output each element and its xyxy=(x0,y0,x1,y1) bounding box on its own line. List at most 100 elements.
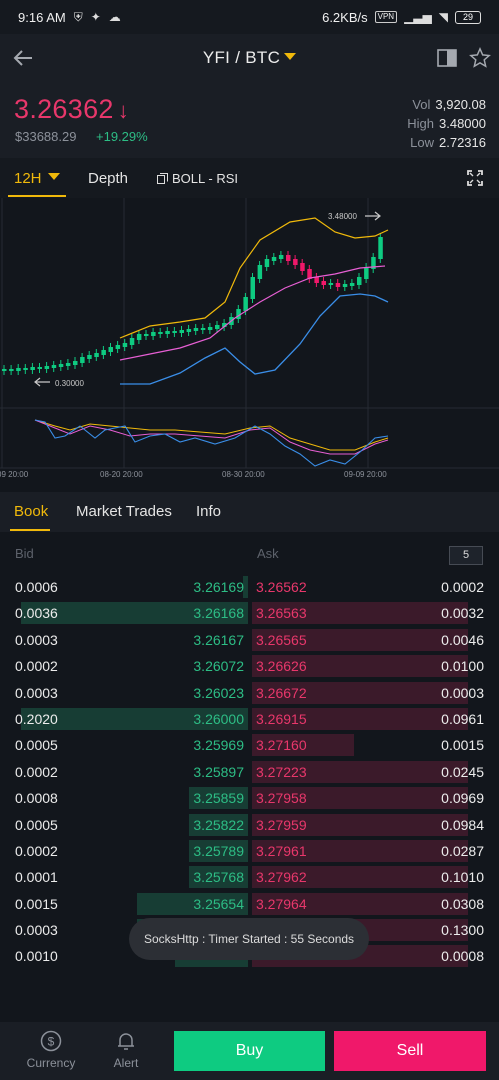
bid-price: 3.26169 xyxy=(193,579,244,595)
candle-body xyxy=(342,284,348,287)
ask-quantity: 0.0003 xyxy=(441,684,484,701)
percent-change: +19.29% xyxy=(96,129,148,144)
ask-price: 3.27160 xyxy=(256,737,307,754)
signal-icon: ▁▃▅ xyxy=(404,10,432,24)
ask-price: 3.26915 xyxy=(256,710,307,727)
battery-icon: 29 xyxy=(455,10,481,24)
candle-body xyxy=(293,259,298,265)
bid-quantity: 0.0036 xyxy=(15,605,58,622)
ask-quantity: 0.0002 xyxy=(441,579,484,595)
bid-price: 3.26000 xyxy=(193,710,244,727)
tab-info[interactable]: Info xyxy=(196,503,221,520)
status-bar: 9:16 AM ⛨ ✦ ☁ 6.2KB/s VPN ▁▃▅ ◥ 29 xyxy=(0,0,499,34)
favorite-star-icon[interactable] xyxy=(469,47,491,69)
svg-text:$: $ xyxy=(48,1035,55,1049)
candle-body xyxy=(30,367,35,370)
layout-toggle-icon[interactable] xyxy=(437,49,457,67)
order-book-row[interactable]: 0.0006 3.26169 3.26562 0.0002 xyxy=(0,574,499,600)
buy-button[interactable]: Buy xyxy=(174,1031,325,1071)
date-label: 09 20:00 xyxy=(0,470,29,479)
depth-selector[interactable]: 5 xyxy=(449,546,483,565)
ask-quantity: 0.1300 xyxy=(441,922,484,939)
interval-selector[interactable]: 12H xyxy=(14,170,60,187)
order-book-row[interactable]: 0.0003 3.26167 3.26565 0.0046 xyxy=(0,627,499,653)
currency-button[interactable]: $ Currency xyxy=(21,1030,81,1070)
order-book-row[interactable]: 0.0008 3.25859 3.27958 0.0969 xyxy=(0,785,499,811)
ask-price: 3.27223 xyxy=(256,763,307,780)
alert-button[interactable]: Alert xyxy=(96,1030,156,1070)
bid-quantity: 0.0005 xyxy=(15,816,58,833)
vpn-badge: VPN xyxy=(374,11,398,23)
ask-quantity: 0.0961 xyxy=(441,710,484,727)
ask-quantity: 0.0287 xyxy=(441,842,484,859)
candle-body xyxy=(186,329,192,332)
candle-body xyxy=(321,281,326,285)
chart-grid xyxy=(0,198,499,469)
order-book-row[interactable]: 0.0003 3.26023 3.26672 0.0003 xyxy=(0,680,499,706)
candle-body xyxy=(250,277,255,299)
vol-value: 3,920.08 xyxy=(435,97,486,112)
order-book-row[interactable]: 0.0005 3.25822 3.27959 0.0984 xyxy=(0,812,499,838)
bid-quantity: 0.2020 xyxy=(15,710,58,727)
ask-price: 3.27962 xyxy=(256,869,307,886)
depth-tab[interactable]: Depth xyxy=(88,170,128,187)
interval-label: 12H xyxy=(14,170,42,187)
candle-body xyxy=(328,283,334,285)
candle-body xyxy=(73,361,78,365)
toast-message: SocksHttp : Timer Started : 55 Seconds xyxy=(129,918,369,960)
ask-quantity: 0.1010 xyxy=(441,869,484,886)
order-book-row[interactable]: 0.0005 3.25969 3.27160 0.0015 xyxy=(0,732,499,758)
candle-body xyxy=(23,368,28,370)
bottom-action-bar: $ Currency Alert Buy Sell xyxy=(0,1022,499,1080)
indicator-selector[interactable]: BOLL - RSI xyxy=(157,171,238,186)
candle-body xyxy=(65,363,71,366)
order-book-row[interactable]: 0.0002 3.25789 3.27961 0.0287 xyxy=(0,838,499,864)
bid-quantity: 0.0015 xyxy=(15,895,58,912)
tab-market-trades[interactable]: Market Trades xyxy=(76,503,172,520)
candle-body xyxy=(80,357,85,363)
date-label: 09-09 20:00 xyxy=(344,470,387,479)
bid-quantity: 0.0001 xyxy=(15,869,58,886)
sell-button[interactable]: Sell xyxy=(334,1031,486,1071)
bid-price: 3.26023 xyxy=(193,684,244,701)
clock: 9:16 AM xyxy=(18,9,66,25)
order-book-row[interactable]: 0.0002 3.26072 3.26626 0.0100 xyxy=(0,653,499,679)
pair-selector[interactable]: YFI / BTC xyxy=(0,48,499,68)
candle-body xyxy=(37,367,42,369)
ask-quantity: 0.0015 xyxy=(441,737,484,754)
caret-down-icon xyxy=(284,53,297,60)
order-book-row[interactable]: 0.0036 3.26168 3.26563 0.0032 xyxy=(0,600,499,626)
app-header: YFI / BTC xyxy=(0,34,499,82)
candle-body xyxy=(87,355,92,359)
order-book-row[interactable]: 0.0015 3.25654 3.27964 0.0308 xyxy=(0,891,499,917)
last-price: 3.26362 ↓ xyxy=(14,94,129,125)
fullscreen-icon[interactable] xyxy=(467,170,483,186)
order-book-row[interactable]: 0.2020 3.26000 3.26915 0.0961 xyxy=(0,706,499,732)
candle-body xyxy=(264,259,270,267)
candle-body xyxy=(236,309,241,319)
down-arrow-icon: ↓ xyxy=(117,98,130,123)
bid-price: 3.25822 xyxy=(193,816,244,833)
copy-icon xyxy=(157,173,168,184)
rsi-line-a xyxy=(34,419,389,451)
candle-body xyxy=(278,255,284,259)
order-book-row[interactable]: 0.0002 3.25897 3.27223 0.0245 xyxy=(0,759,499,785)
ask-column-header: Ask xyxy=(257,546,279,561)
candlestick-chart[interactable]: 3.48000 0.30000 09 20:00 08-20 20:00 08-… xyxy=(0,198,499,486)
ask-price: 3.26563 xyxy=(256,605,307,622)
high-marker: 3.48000 xyxy=(328,211,381,221)
price-ticker: 3.26362 ↓ $33688.29 +19.29% Vol 3,920.08 H… xyxy=(0,82,499,158)
candle-body xyxy=(51,365,57,368)
bid-price: 3.25969 xyxy=(193,737,244,754)
candle-body xyxy=(193,328,199,331)
bid-price: 3.25859 xyxy=(193,790,244,807)
bid-quantity: 0.0002 xyxy=(15,658,58,675)
candle-body xyxy=(349,283,355,286)
candle-body xyxy=(144,334,149,336)
candle-body xyxy=(16,368,21,371)
bid-price: 3.26167 xyxy=(193,631,244,648)
order-book-row[interactable]: 0.0001 3.25768 3.27962 0.1010 xyxy=(0,864,499,890)
tab-book[interactable]: Book xyxy=(14,503,48,520)
ask-price: 3.27961 xyxy=(256,842,307,859)
ask-quantity: 0.0969 xyxy=(441,790,484,807)
